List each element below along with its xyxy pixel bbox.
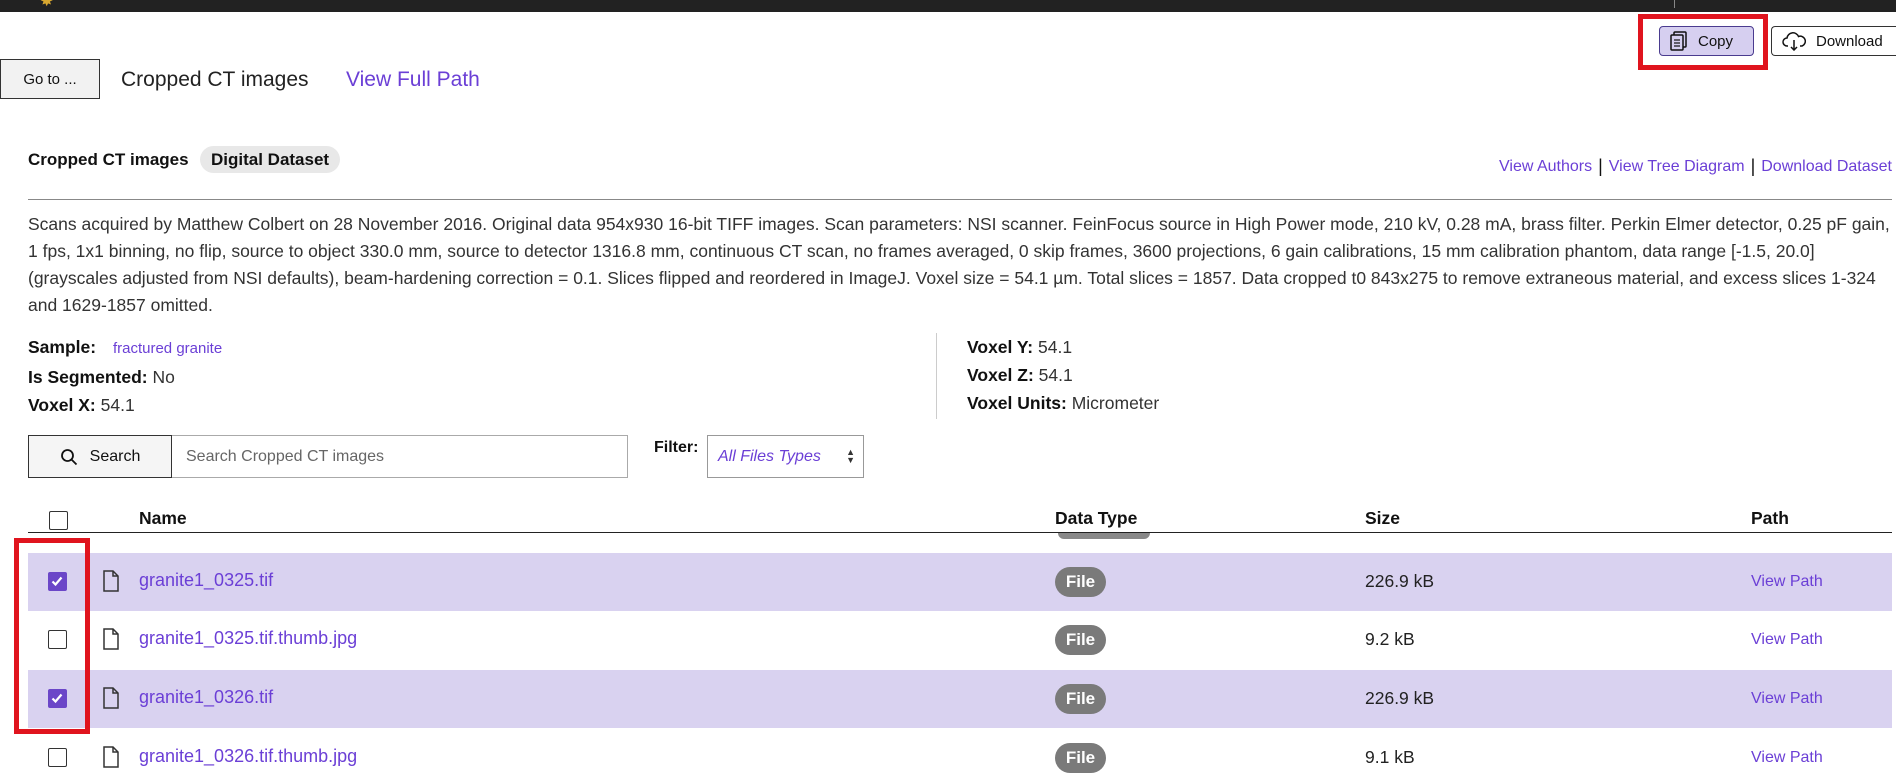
metadata-divider (936, 333, 937, 419)
select-arrows-icon: ▲ ▼ (846, 447, 855, 465)
metadata-left: Sample: fractured granite Is Segmented: … (28, 333, 222, 419)
search-input[interactable] (172, 435, 628, 478)
data-type-badge: File (1055, 684, 1106, 714)
filter-selected-value: All Files Types (718, 447, 821, 465)
data-type-badge: File (1055, 567, 1106, 597)
metadata-right: Voxel Y: 54.1 Voxel Z: 54.1 Voxel Units:… (967, 333, 1159, 417)
search-button[interactable]: Search (28, 435, 172, 478)
voxel-units-label: Voxel Units: (967, 393, 1067, 413)
data-type-badge: File (1055, 743, 1106, 773)
voxel-z-value: 54.1 (1038, 365, 1073, 385)
view-path-link[interactable]: View Path (1751, 690, 1823, 708)
segmented-row: Is Segmented: No (28, 363, 222, 391)
file-size: 9.2 kB (1365, 629, 1415, 649)
link-separator: | (1750, 156, 1756, 176)
table-row[interactable]: granite1_0326.tif.thumb.jpg File 9.1 kB … (28, 729, 1892, 779)
top-nav-bar: ✸ (0, 0, 1896, 12)
search-icon (60, 448, 77, 465)
file-icon (103, 687, 119, 709)
voxel-units-row: Voxel Units: Micrometer (967, 389, 1159, 417)
voxel-x-value: 54.1 (100, 395, 135, 415)
dataset-description: Scans acquired by Matthew Colbert on 28 … (28, 214, 1890, 315)
view-authors-link[interactable]: View Authors (1499, 158, 1592, 176)
column-header-size[interactable]: Size (1365, 508, 1400, 529)
nav-divider (1674, 0, 1675, 8)
column-header-name[interactable]: Name (139, 508, 187, 529)
voxel-units-value: Micrometer (1071, 393, 1160, 413)
voxel-y-row: Voxel Y: 54.1 (967, 333, 1159, 361)
search-button-label: Search (89, 447, 141, 465)
file-icon (103, 570, 119, 592)
highlight-box-checkboxes (14, 538, 90, 734)
select-all-checkbox[interactable] (49, 511, 68, 530)
table-header-divider (28, 532, 1892, 533)
table-row[interactable]: granite1_0325.tif.thumb.jpg File 9.2 kB … (28, 611, 1892, 669)
cloud-download-icon (1782, 32, 1806, 51)
file-size: 226.9 kB (1365, 571, 1435, 591)
sample-link[interactable]: fractured granite (113, 340, 222, 357)
row-checkbox[interactable] (48, 748, 67, 767)
voxel-z-row: Voxel Z: 54.1 (967, 361, 1159, 389)
file-icon (103, 628, 119, 650)
download-button[interactable]: Download (1771, 26, 1896, 56)
file-name-link[interactable]: granite1_0326.tif.thumb.jpg (139, 746, 357, 767)
column-header-path[interactable]: Path (1751, 508, 1789, 529)
voxel-x-label: Voxel X: (28, 395, 96, 415)
voxel-x-row: Voxel X: 54.1 (28, 391, 222, 419)
highlight-box-copy (1638, 14, 1768, 70)
table-row[interactable]: granite1_0325.tif File 226.9 kB View Pat… (28, 553, 1892, 611)
voxel-y-label: Voxel Y: (967, 337, 1034, 357)
breadcrumb-current: Cropped CT images (121, 68, 309, 91)
dataset-links: View Authors | View Tree Diagram | Downl… (1499, 156, 1892, 177)
view-path-link[interactable]: View Path (1751, 573, 1823, 591)
view-tree-diagram-link[interactable]: View Tree Diagram (1609, 158, 1745, 176)
table-row[interactable]: granite1_0326.tif File 226.9 kB View Pat… (28, 670, 1892, 728)
file-size: 9.1 kB (1365, 747, 1415, 767)
file-type-filter-select[interactable]: All Files Types ▲ ▼ (707, 435, 864, 478)
view-path-link[interactable]: View Path (1751, 749, 1823, 767)
filter-label: Filter: (654, 439, 699, 456)
sample-row: Sample: fractured granite (28, 333, 222, 363)
view-path-link[interactable]: View Path (1751, 631, 1823, 649)
file-icon (103, 746, 119, 768)
voxel-y-value: 54.1 (1038, 337, 1073, 357)
file-size: 226.9 kB (1365, 688, 1435, 708)
goto-button[interactable]: Go to ... (0, 59, 100, 99)
view-full-path-link[interactable]: View Full Path (346, 68, 480, 92)
file-name-link[interactable]: granite1_0326.tif (139, 687, 273, 708)
data-type-badge: File (1055, 625, 1106, 655)
header-divider (28, 199, 1892, 200)
column-header-data-type[interactable]: Data Type (1055, 508, 1137, 529)
sample-label: Sample: (28, 337, 97, 357)
link-separator: | (1598, 156, 1603, 176)
dataset-title: Cropped CT images (28, 150, 189, 169)
voxel-z-label: Voxel Z: (967, 365, 1034, 385)
file-name-link[interactable]: granite1_0325.tif.thumb.jpg (139, 628, 357, 649)
download-dataset-link[interactable]: Download Dataset (1761, 158, 1892, 176)
file-name-link[interactable]: granite1_0325.tif (139, 570, 273, 591)
scroll-indicator (1058, 533, 1150, 539)
logo-icon: ✸ (40, 0, 54, 10)
segmented-label: Is Segmented: (28, 367, 148, 387)
dataset-type-badge: Digital Dataset (200, 146, 341, 173)
segmented-value: No (152, 367, 175, 387)
download-button-label: Download (1816, 32, 1883, 50)
